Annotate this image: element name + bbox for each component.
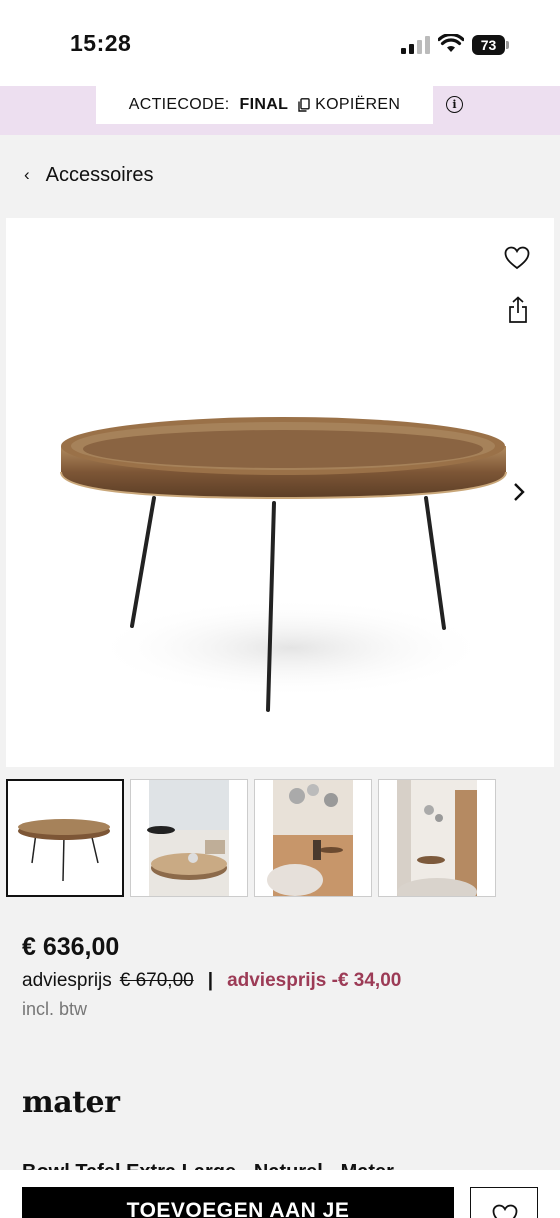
status-time: 15:28 bbox=[70, 30, 132, 56]
advice-price-line: adviesprijs € 670,00 | adviesprijs -€ 34… bbox=[22, 970, 401, 992]
breadcrumb[interactable]: ‹ Accessoires bbox=[24, 160, 153, 190]
product-image-gallery[interactable] bbox=[6, 218, 554, 767]
copy-icon bbox=[298, 98, 310, 112]
add-to-cart-button[interactable]: TOEVOEGEN AAN JE bbox=[22, 1187, 454, 1218]
advice-label: adviesprijs bbox=[22, 970, 112, 991]
brand-logo[interactable]: mater bbox=[22, 1085, 120, 1120]
discount-label: adviesprijs -€ 34,00 bbox=[227, 970, 402, 991]
heart-icon bbox=[492, 1204, 518, 1218]
promo-code: FINAL bbox=[239, 96, 289, 113]
copy-code-button[interactable]: KOPIËREN bbox=[298, 96, 400, 114]
product-price: € 636,00 bbox=[22, 933, 120, 961]
promo-code-box: ACTIECODE: FINAL KOPIËREN bbox=[96, 86, 433, 124]
copy-label: KOPIËREN bbox=[315, 96, 401, 113]
chevron-left-icon: ‹ bbox=[24, 165, 30, 184]
product-title: Bowl Tafel Extra Large - Naturel - Mater bbox=[22, 1162, 422, 1170]
product-image bbox=[60, 417, 507, 712]
promo-bar: ACTIECODE: FINAL KOPIËREN i bbox=[0, 86, 560, 135]
share-icon[interactable] bbox=[507, 296, 529, 324]
wifi-icon bbox=[437, 32, 465, 54]
status-bar: 15:28 73 bbox=[0, 0, 560, 86]
thumbnail-2[interactable] bbox=[130, 779, 248, 897]
heart-icon[interactable] bbox=[504, 246, 530, 270]
thumbnail-1[interactable] bbox=[6, 779, 124, 897]
info-icon[interactable]: i bbox=[446, 96, 463, 113]
battery-level: 73 bbox=[472, 35, 505, 55]
bottom-action-bar: TOEVOEGEN AAN JE bbox=[0, 1170, 560, 1218]
vat-note: incl. btw bbox=[22, 999, 88, 1019]
breadcrumb-label: Accessoires bbox=[45, 163, 154, 186]
cellular-signal-icon bbox=[401, 36, 431, 54]
battery-icon: 73 bbox=[472, 35, 509, 55]
promo-label: ACTIECODE: bbox=[128, 96, 230, 113]
thumbnail-strip bbox=[6, 779, 560, 897]
thumbnail-4[interactable] bbox=[378, 779, 496, 897]
price-separator: | bbox=[207, 970, 214, 991]
advice-price: € 670,00 bbox=[119, 970, 194, 991]
thumbnail-3[interactable] bbox=[254, 779, 372, 897]
wishlist-button[interactable] bbox=[470, 1187, 538, 1218]
